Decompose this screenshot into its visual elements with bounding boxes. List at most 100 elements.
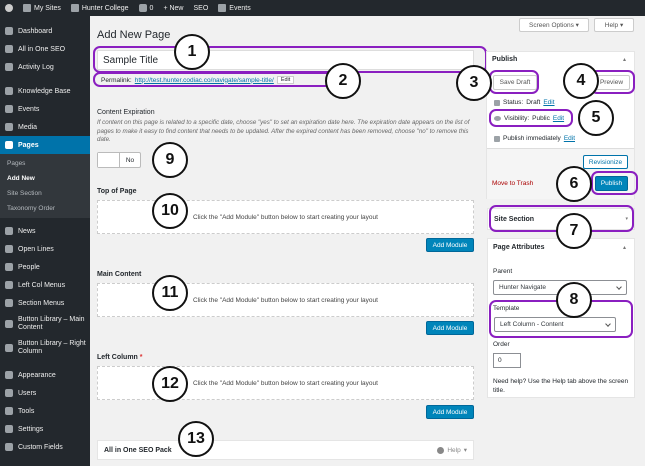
menu-label: Events [18, 105, 40, 113]
home-icon [70, 4, 79, 12]
menu-custom-fields[interactable]: Custom Fields [0, 438, 90, 456]
sites-icon [23, 4, 31, 12]
menu-open-lines[interactable]: Open Lines [0, 240, 90, 258]
callout-12: 12 [152, 366, 188, 402]
question-icon [437, 446, 445, 454]
news-icon [5, 227, 13, 235]
callout-8: 8 [556, 282, 592, 318]
menu-button-library-main[interactable]: Button Library – Main Content [0, 312, 90, 336]
admin-bar: My Sites Hunter College 0 + New SEO Even… [0, 0, 645, 16]
wrench-icon [5, 407, 13, 415]
submenu-add-new[interactable]: Add New [0, 171, 90, 186]
new-label: + New [163, 4, 184, 12]
menu-left-col-menus[interactable]: Left Col Menus [0, 276, 90, 294]
status-value: Draft [526, 99, 541, 106]
menu-label: Section Menus [18, 299, 65, 307]
section-label-top: Top of Page [97, 188, 137, 195]
callout-9: 9 [152, 142, 188, 178]
button-icon [5, 320, 13, 328]
highlight-title [93, 46, 487, 73]
publish-title: Publish [492, 56, 518, 63]
new-content-link[interactable]: + New [158, 5, 188, 12]
seo-pack-help[interactable]: Help ▾ [437, 446, 467, 454]
seo-pack-panel[interactable]: All in One SEO Pack Help ▾ [97, 440, 474, 460]
menu-users[interactable]: Users [0, 384, 90, 402]
my-sites-link[interactable]: My Sites [18, 4, 66, 12]
add-module-button-left[interactable]: Add Module [426, 405, 474, 419]
order-label: Order [493, 341, 510, 348]
menu-people[interactable]: People [0, 258, 90, 276]
publish-collapse-icon[interactable]: ▴ [623, 56, 626, 63]
page-attributes-title: Page Attributes [493, 244, 545, 251]
menu-dashboard[interactable]: Dashboard [0, 22, 90, 40]
submenu-site-section[interactable]: Site Section [0, 186, 90, 201]
status-edit-link[interactable]: Edit [543, 99, 554, 106]
menu-button-library-right[interactable]: Button Library – Right Column [0, 336, 90, 360]
expiration-toggle[interactable]: No [97, 152, 141, 168]
menu-settings[interactable]: Settings [0, 420, 90, 438]
add-module-button-main[interactable]: Add Module [426, 321, 474, 335]
toggle-knob [98, 153, 120, 167]
toggle-value: No [125, 156, 135, 164]
menu-events[interactable]: Events [0, 100, 90, 118]
pages-icon [5, 141, 13, 149]
menu-label: Settings [18, 425, 44, 433]
menu-appearance[interactable]: Appearance [0, 366, 90, 384]
highlight-publish [591, 171, 638, 195]
clock-icon [5, 63, 13, 71]
publish-time-edit-link[interactable]: Edit [564, 135, 575, 142]
attributes-collapse-icon[interactable]: ▴ [623, 244, 626, 251]
screen-options-button[interactable]: Screen Options ▾ [519, 18, 589, 32]
menu-label: Appearance [18, 371, 56, 379]
menu-news[interactable]: News [0, 222, 90, 240]
wp-logo-icon[interactable] [0, 4, 18, 12]
menu-label: Users [18, 389, 37, 397]
menu-label: Button Library – Main Content [18, 316, 85, 331]
menu-knowledge-base[interactable]: Knowledge Base [0, 82, 90, 100]
highlight-visibility [489, 109, 573, 127]
add-module-button-top[interactable]: Add Module [426, 238, 474, 252]
menu-label: People [18, 263, 40, 271]
publish-time-row: Publish immediately Edit [494, 135, 575, 142]
revisionize-button[interactable]: Revisionize [583, 155, 628, 169]
brush-icon [5, 371, 13, 379]
menu-all-in-one-seo[interactable]: All in One SEO [0, 40, 90, 58]
help-label: Help [604, 21, 619, 29]
order-input[interactable]: 0 [493, 353, 521, 368]
submenu-pages[interactable]: Pages [0, 156, 90, 171]
help-button[interactable]: Help ▾ [594, 18, 634, 32]
admin-sidebar: Dashboard All in One SEO Activity Log Kn… [0, 16, 90, 466]
dashboard-icon [5, 27, 13, 35]
screen-options-label: Screen Options [529, 21, 574, 29]
content-expiration-description: If content on this page is related to a … [97, 119, 470, 143]
menu-icon [5, 299, 13, 307]
seo-link[interactable]: SEO [189, 5, 214, 12]
media-icon [5, 123, 13, 131]
site-name-label: Hunter College [81, 4, 129, 12]
comments-count: 0 [149, 4, 154, 12]
parent-label: Parent [493, 268, 513, 275]
chat-icon [5, 245, 13, 253]
section-label-main: Main Content [97, 271, 142, 278]
move-to-trash-link[interactable]: Move to Trash [492, 180, 533, 187]
submenu-taxonomy-order[interactable]: Taxonomy Order [0, 201, 90, 216]
site-name-link[interactable]: Hunter College [66, 4, 134, 12]
menu-activity-log[interactable]: Activity Log [0, 58, 90, 76]
status-label: Status: [503, 99, 524, 106]
menu-media[interactable]: Media [0, 118, 90, 136]
callout-3: 3 [456, 65, 492, 101]
button-icon [5, 344, 13, 352]
calendar-icon [218, 4, 227, 12]
callout-11: 11 [152, 275, 188, 311]
menu-tools[interactable]: Tools [0, 402, 90, 420]
comments-link[interactable]: 0 [134, 4, 159, 12]
highlight-permalink [93, 72, 334, 87]
chevron-down-icon [616, 284, 622, 290]
events-link[interactable]: Events [213, 4, 255, 12]
required-marker: * [139, 354, 143, 361]
callout-7: 7 [556, 213, 592, 249]
menu-section-menus[interactable]: Section Menus [0, 294, 90, 312]
menu-label: Button Library – Right Column [18, 340, 86, 355]
menu-pages[interactable]: Pages [0, 136, 90, 154]
attributes-help-text: Need help? Use the Help tab above the sc… [493, 378, 629, 394]
